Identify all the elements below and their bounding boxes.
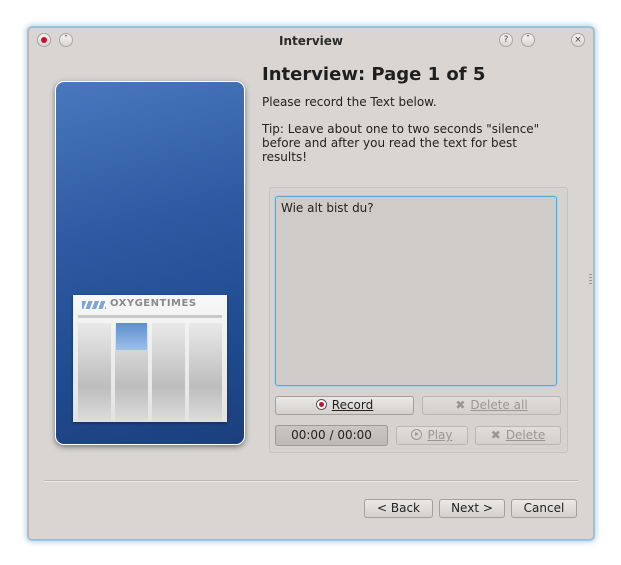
time-display: 00:00 / 00:00 xyxy=(275,425,388,446)
next-button[interactable]: Next > xyxy=(439,499,505,518)
delete-button[interactable]: ✖ Delete xyxy=(475,426,561,445)
delete-all-icon: ✖ xyxy=(455,398,466,412)
back-button[interactable]: < Back xyxy=(364,499,433,518)
page-title: Interview: Page 1 of 5 xyxy=(262,64,486,85)
play-icon xyxy=(411,429,423,440)
prompt-text: Wie alt bist du? xyxy=(281,201,374,215)
close-icon[interactable]: × xyxy=(571,33,585,47)
wizard-side-image: OXYGENTIMES xyxy=(55,81,245,445)
delete-icon: ✖ xyxy=(490,428,501,442)
newspaper-rule xyxy=(78,315,222,318)
cancel-button[interactable]: Cancel xyxy=(511,499,577,518)
instruction-text: Please record the Text below. xyxy=(262,95,437,109)
record-label: Record xyxy=(331,398,374,412)
newspaper-logo-text: OXYGENTIMES xyxy=(110,298,197,309)
play-button[interactable]: Play xyxy=(396,426,468,445)
interview-dialog: ˆ Interview ? ˇ × OXYGENTIMES Interview:… xyxy=(28,27,594,540)
record-icon xyxy=(315,399,327,410)
newspaper-illustration: OXYGENTIMES xyxy=(73,295,227,422)
newspaper-logo-icon xyxy=(82,301,106,309)
newspaper-photo xyxy=(116,323,147,350)
newspaper-column xyxy=(189,323,222,421)
delete-all-label: Delete all xyxy=(470,398,528,412)
prompt-text-area[interactable]: Wie alt bist du? xyxy=(275,196,557,386)
play-label: Play xyxy=(427,428,453,442)
help-icon[interactable]: ? xyxy=(499,33,513,47)
record-button[interactable]: Record xyxy=(275,396,414,415)
resize-grip-icon[interactable] xyxy=(589,274,592,284)
tip-text: Tip: Leave about one to two seconds "sil… xyxy=(262,122,540,164)
newspaper-column xyxy=(152,323,185,421)
delete-all-button[interactable]: ✖ Delete all xyxy=(422,396,561,415)
footer-separator xyxy=(44,480,578,482)
newspaper-column xyxy=(78,323,111,421)
delete-label: Delete xyxy=(505,428,546,442)
title-bar[interactable]: ˆ Interview ? ˇ × xyxy=(29,28,593,54)
minimize-icon[interactable]: ˇ xyxy=(521,33,535,47)
